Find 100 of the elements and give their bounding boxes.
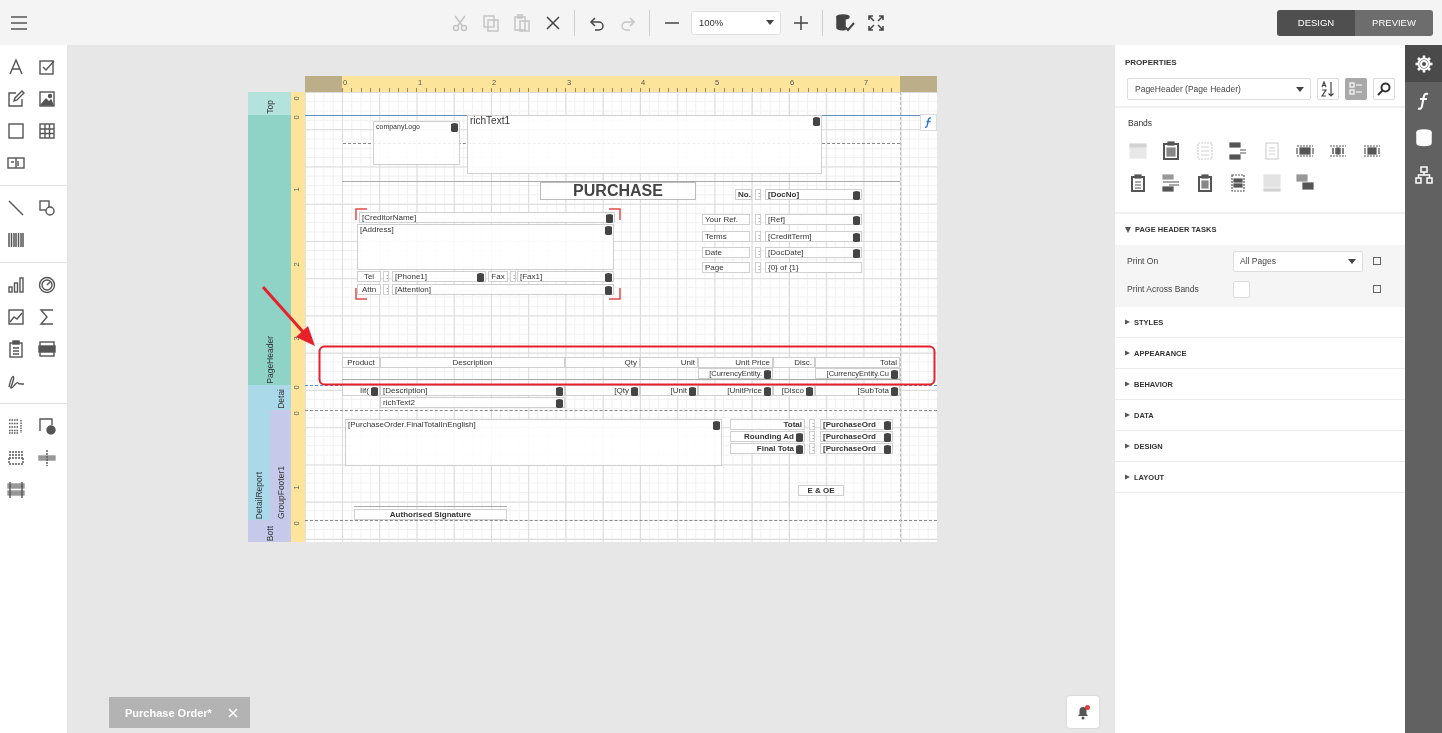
report-control[interactable]: : <box>809 419 815 430</box>
report-control[interactable]: Rounding Ad <box>730 431 805 442</box>
bar-chart-icon[interactable] <box>5 275 26 295</box>
report-control[interactable]: Product <box>342 357 380 368</box>
report-control[interactable]: [CreditTerm] <box>765 231 862 242</box>
report-control[interactable]: Your Ref. <box>702 214 750 225</box>
mode-tab[interactable]: PREVIEW <box>1355 9 1433 36</box>
report-control[interactable]: richText2 <box>380 397 565 408</box>
triangle-icon <box>1125 474 1130 480</box>
report-control[interactable]: [DocDate] <box>765 247 862 258</box>
report-control[interactable]: [Fax1] <box>517 271 614 282</box>
print-on-select[interactable]: All Pages <box>1233 250 1363 272</box>
mode-tab[interactable]: DESIGN <box>1277 9 1355 36</box>
categories-icon <box>1349 82 1363 96</box>
barcode-icon[interactable] <box>5 230 26 250</box>
report-control[interactable]: [PurchaseOrd <box>820 431 893 442</box>
report-control[interactable]: Page <box>702 262 750 273</box>
report-control[interactable]: E & OE <box>798 485 844 496</box>
report-control[interactable]: Description <box>380 357 565 368</box>
report-control[interactable]: Qty <box>565 357 640 368</box>
table-icon[interactable] <box>36 121 57 141</box>
band-label[interactable]: PageHeader <box>248 115 291 385</box>
report-control[interactable]: Iif( <box>342 385 380 396</box>
report-control[interactable]: [Address] <box>357 224 614 270</box>
function-button[interactable] <box>920 114 937 131</box>
report-control[interactable]: Unit <box>640 357 698 368</box>
report-control[interactable]: Date <box>702 247 750 258</box>
report-control[interactable]: [CreditorName] <box>359 212 615 223</box>
pdf-icon[interactable] <box>36 339 57 359</box>
report-control[interactable]: [Phone1] <box>392 271 486 282</box>
report-control[interactable]: : <box>755 189 761 200</box>
sort-button[interactable] <box>1317 78 1339 100</box>
line-chart-icon[interactable] <box>5 307 26 327</box>
report-control[interactable]: Authorised Signature <box>354 509 507 520</box>
report-control[interactable]: [PurchaseOrd <box>820 419 893 430</box>
report-control[interactable]: richText1 <box>467 115 822 174</box>
report-control[interactable]: Attn <box>357 284 381 295</box>
report-control[interactable]: [Qty <box>565 385 640 396</box>
band-icon[interactable] <box>1128 173 1148 193</box>
report-control[interactable]: [Disco <box>773 385 815 396</box>
report-control[interactable]: : <box>755 214 761 225</box>
band-label[interactable]: Bott <box>248 520 291 542</box>
report-control[interactable]: : <box>755 262 761 273</box>
report-control[interactable]: [SubTota <box>815 385 900 396</box>
report-control[interactable]: [Ref] <box>765 214 862 225</box>
report-control[interactable]: Tel <box>357 271 381 282</box>
property-marker[interactable] <box>1373 257 1381 265</box>
report-control[interactable]: : <box>755 231 761 242</box>
search-button[interactable] <box>1373 78 1395 100</box>
shapes-icon[interactable] <box>36 198 57 218</box>
report-control[interactable]: : <box>809 443 815 454</box>
fullscreen-button[interactable] <box>865 12 886 33</box>
report-control[interactable]: Terms <box>702 231 750 242</box>
checkbox-icon[interactable] <box>36 57 57 77</box>
report-control[interactable]: : <box>383 271 389 282</box>
cross-band-icon[interactable] <box>36 448 57 468</box>
notification-button[interactable] <box>1067 696 1099 728</box>
report-control[interactable]: : <box>383 284 389 295</box>
gauge-icon[interactable] <box>36 275 57 295</box>
pencil-icon[interactable] <box>5 89 26 109</box>
band-icon[interactable] <box>1228 141 1249 161</box>
report-control[interactable]: {0} of {1} <box>765 262 862 273</box>
band-label[interactable]: Top <box>248 92 291 115</box>
report-control[interactable]: [Description] <box>380 385 565 396</box>
report-control[interactable]: [UnitPrice <box>698 385 773 396</box>
report-control[interactable]: : <box>755 247 761 258</box>
report-control[interactable]: : <box>809 431 815 442</box>
zoom-select[interactable]: 100% <box>691 10 781 35</box>
database-icon <box>556 399 563 408</box>
report-control[interactable]: Disc. <box>773 357 815 368</box>
report-control[interactable]: [DocNo] <box>765 189 862 200</box>
database-icon <box>796 445 803 454</box>
report-control[interactable]: Total <box>815 357 900 368</box>
picture-icon[interactable] <box>36 89 57 109</box>
report-control[interactable]: Total <box>730 419 805 430</box>
property-marker[interactable] <box>1373 285 1381 293</box>
component-select[interactable]: PageHeader (Page Header) <box>1127 78 1311 100</box>
report-control[interactable]: [Unit <box>640 385 698 396</box>
report-control[interactable]: PURCHASE <box>540 182 696 200</box>
band-icon[interactable] <box>1161 173 1182 193</box>
info-page-icon[interactable] <box>36 416 57 436</box>
report-control[interactable]: [Attention] <box>392 284 614 295</box>
menu-icon[interactable] <box>11 15 27 30</box>
band-label[interactable]: Detai <box>270 385 291 410</box>
side-tab[interactable] <box>1405 45 1442 82</box>
bands-icon[interactable] <box>5 480 26 500</box>
report-control[interactable]: [PurchaseOrd <box>820 443 893 454</box>
page-break-icon[interactable] <box>5 448 26 468</box>
rectangle-icon[interactable] <box>5 121 26 141</box>
band-icon[interactable] <box>1294 173 1315 193</box>
report-control[interactable]: [PurchaseOrder.FinalTotalInEnglish] <box>345 419 722 466</box>
band-label[interactable]: GroupFooter1 <box>270 410 291 520</box>
control-text: : <box>812 420 815 429</box>
control-text: Product <box>347 358 375 367</box>
report-control[interactable]: : <box>510 271 516 282</box>
checkbox[interactable] <box>1233 280 1250 298</box>
band-label[interactable]: DetailReport <box>248 385 270 520</box>
band-icon[interactable] <box>1161 141 1182 161</box>
report-control[interactable]: Final Tota <box>730 443 805 454</box>
validate-button[interactable] <box>834 12 855 33</box>
